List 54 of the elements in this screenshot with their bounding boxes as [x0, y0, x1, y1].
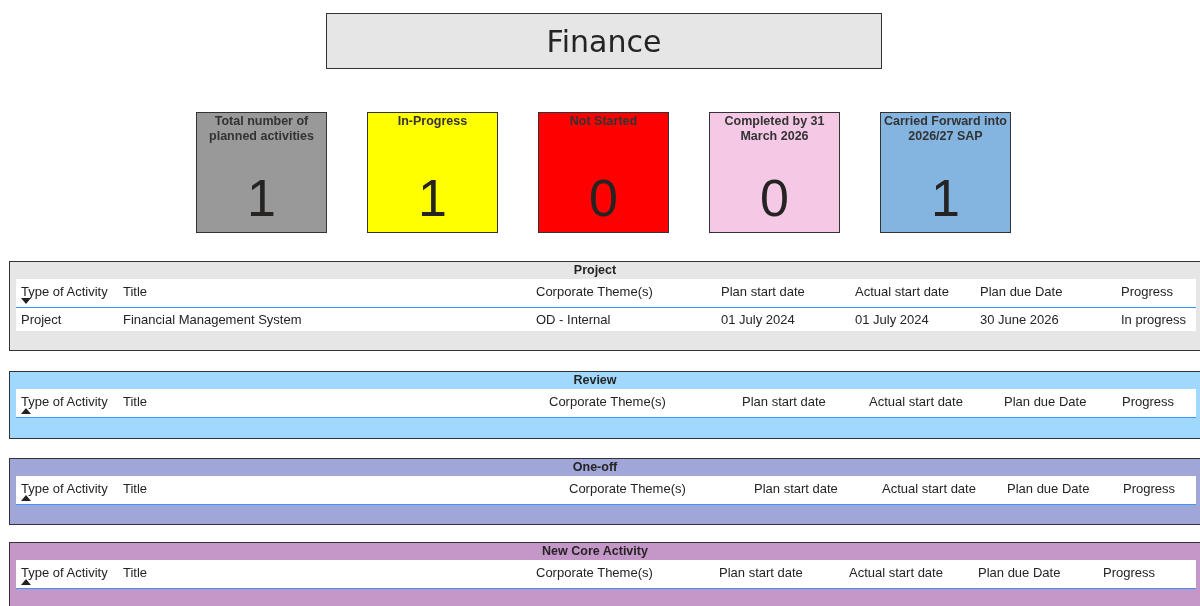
stat-value: 0: [760, 172, 789, 224]
column-header[interactable]: Progress: [1103, 565, 1156, 580]
column-header[interactable]: Plan due Date: [1007, 481, 1090, 496]
table-cell: OD - Internal: [536, 312, 611, 327]
stat-value: 1: [931, 172, 960, 224]
column-header[interactable]: Title: [123, 481, 148, 496]
stat-value: 1: [247, 172, 276, 224]
table-cell: In progress: [1121, 312, 1187, 327]
stat-label: Total number of planned activities: [208, 114, 315, 144]
sort-arrow-icon[interactable]: [21, 298, 31, 304]
column-header[interactable]: Corporate Theme(s): [569, 481, 686, 496]
column-header[interactable]: Type of Activity: [21, 481, 108, 496]
table-cell: 01 July 2024: [855, 312, 929, 327]
page-title: Finance: [326, 13, 882, 69]
column-header[interactable]: Plan start date: [719, 565, 803, 580]
column-header[interactable]: Type of Activity: [21, 565, 108, 580]
stat-value: 0: [589, 172, 618, 224]
column-header[interactable]: Progress: [1122, 394, 1175, 409]
column-header[interactable]: Actual start date: [869, 394, 963, 409]
column-header[interactable]: Actual start date: [855, 284, 949, 299]
column-header[interactable]: Corporate Theme(s): [536, 565, 653, 580]
column-header[interactable]: Plan due Date: [978, 565, 1061, 580]
stat-label: Not Started: [569, 114, 638, 129]
column-header[interactable]: Plan due Date: [1004, 394, 1087, 409]
section-title: Project: [572, 262, 618, 279]
column-header[interactable]: Actual start date: [849, 565, 943, 580]
sort-arrow-icon[interactable]: [21, 579, 31, 585]
column-header[interactable]: Title: [123, 565, 148, 580]
table-cell: Project: [21, 312, 62, 327]
column-header[interactable]: Corporate Theme(s): [549, 394, 666, 409]
column-header[interactable]: Corporate Theme(s): [536, 284, 653, 299]
column-header[interactable]: Plan due Date: [980, 284, 1063, 299]
section-title: One-off: [571, 459, 619, 476]
section-title: New Core Activity: [541, 543, 649, 560]
column-header[interactable]: Actual start date: [882, 481, 976, 496]
column-header[interactable]: Type of Activity: [21, 394, 108, 409]
column-header[interactable]: Type of Activity: [21, 284, 108, 299]
stat-value: 1: [418, 172, 447, 224]
column-header[interactable]: Progress: [1121, 284, 1174, 299]
sort-arrow-icon[interactable]: [21, 408, 31, 414]
stat-label: Carried Forward into 2026/27 SAP: [883, 114, 1008, 144]
column-header[interactable]: Title: [123, 394, 148, 409]
column-header[interactable]: Progress: [1123, 481, 1176, 496]
column-header[interactable]: Plan start date: [721, 284, 805, 299]
stat-label: Completed by 31 March 2026: [723, 114, 826, 144]
column-header[interactable]: Plan start date: [742, 394, 826, 409]
sort-arrow-icon[interactable]: [21, 495, 31, 501]
section-title: Review: [572, 372, 618, 389]
column-header[interactable]: Title: [123, 284, 148, 299]
column-header[interactable]: Plan start date: [754, 481, 838, 496]
table-cell: Financial Management System: [123, 312, 302, 327]
table-cell: 01 July 2024: [721, 312, 795, 327]
table-cell: 30 June 2026: [980, 312, 1059, 327]
stat-label: In-Progress: [397, 114, 468, 129]
